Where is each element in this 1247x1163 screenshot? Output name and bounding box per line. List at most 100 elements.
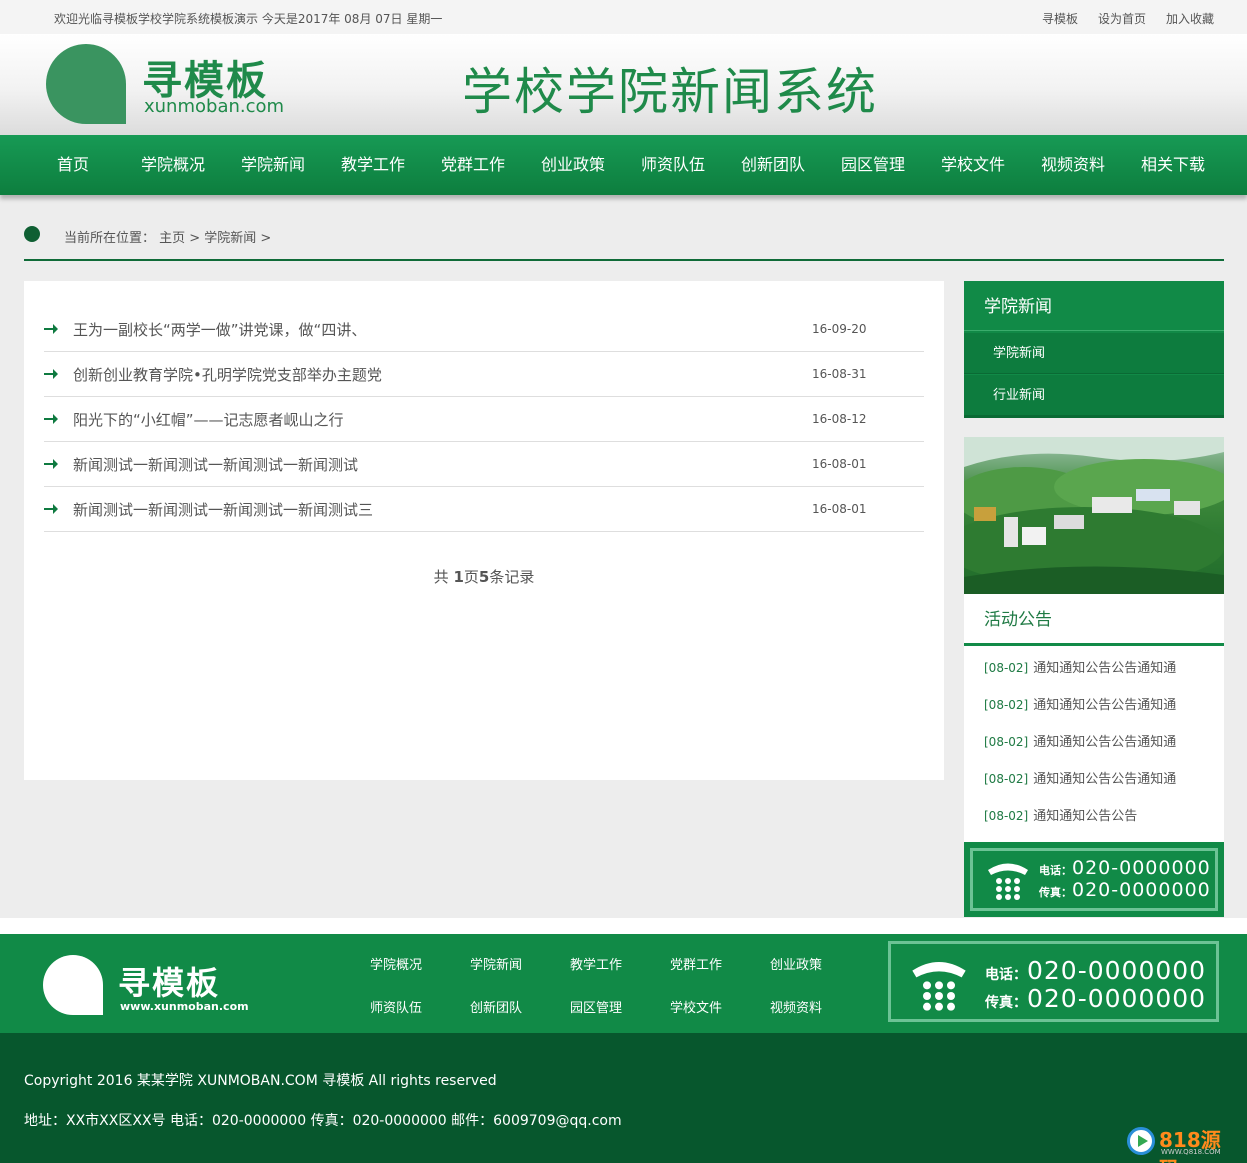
footer-spacer [0, 918, 1247, 934]
campus-aerial-image[interactable] [964, 437, 1224, 594]
arrow-right-icon [44, 504, 58, 514]
notice-date: [08-02] [984, 735, 1029, 749]
sidebar-item-industry-news[interactable]: 行业新闻 [964, 375, 1224, 418]
list-item[interactable]: 阳光下的“小红帽”——记志愿者岘山之行 16-08-12 [44, 397, 924, 442]
tel-label: 电话： [985, 967, 1027, 983]
pager-record-count: 5 [478, 568, 490, 586]
notice-title: 活动公告 [964, 594, 1224, 646]
watermark-logo: 818源码 WWW.Q818.COM [1127, 1124, 1239, 1163]
nav-item-innovation-team[interactable]: 创新团队 [741, 135, 805, 195]
footer-link-videos[interactable]: 视频资料 [770, 997, 822, 1016]
news-title[interactable]: 阳光下的“小红帽”——记志愿者岘山之行 [73, 409, 344, 430]
footer-link-startup-policy[interactable]: 创业政策 [770, 954, 822, 973]
nav-item-home[interactable]: 首页 [57, 135, 89, 195]
footer-link-party[interactable]: 党群工作 [670, 954, 722, 973]
notice-text[interactable]: 通知通知公告公告 [1033, 809, 1137, 824]
notice-date: [08-02] [984, 661, 1029, 675]
list-item[interactable]: 新闻测试一新闻测试一新闻测试一新闻测试三 16-08-01 [44, 487, 924, 532]
notice-text[interactable]: 通知通知公告公告通知通 [1033, 772, 1176, 787]
footer-link-school-files[interactable]: 学校文件 [670, 997, 722, 1016]
news-title[interactable]: 王为一副校长“两学一做”讲党课，做“四讲、 [73, 319, 366, 340]
news-date: 16-08-12 [812, 412, 867, 426]
notice-date: [08-02] [984, 698, 1029, 712]
news-date: 16-08-31 [812, 367, 867, 381]
news-list: 王为一副校长“两学一做”讲党课，做“四讲、 16-09-20 创新创业教育学院•… [24, 281, 944, 780]
nav-item-party[interactable]: 党群工作 [441, 135, 505, 195]
nav-item-faculty[interactable]: 师资队伍 [641, 135, 705, 195]
notice-date: [08-02] [984, 772, 1029, 786]
footer-link-faculty[interactable]: 师资队伍 [370, 997, 422, 1016]
footer-link-teaching[interactable]: 教学工作 [570, 954, 622, 973]
notice-text[interactable]: 通知通知公告公告通知通 [1033, 735, 1176, 750]
top-link-xunmoban[interactable]: 寻模板 [1042, 10, 1078, 27]
footer-logo-subtext[interactable]: www.xunmoban.com [120, 1000, 249, 1013]
news-date: 16-08-01 [812, 457, 867, 471]
notice-item[interactable]: [08-02] 通知通知公告公告通知通 [984, 731, 1176, 750]
nav-item-teaching[interactable]: 教学工作 [341, 135, 405, 195]
nav-item-news[interactable]: 学院新闻 [241, 135, 305, 195]
footer-logo-text[interactable]: 寻模板 [118, 958, 220, 1004]
footer-link-innovation-team[interactable]: 创新团队 [470, 997, 522, 1016]
notice-text[interactable]: 通知通知公告公告通知通 [1033, 661, 1176, 676]
notice-item[interactable]: [08-02] 通知通知公告公告通知通 [984, 657, 1176, 676]
top-links: 寻模板 设为首页 加入收藏 [1042, 10, 1214, 27]
breadcrumb: 当前所在位置： 主页 > 学院新闻 > [24, 218, 1224, 261]
address-text: 地址：XX市XX区XX号 电话：020-0000000 传真：020-00000… [24, 1113, 622, 1129]
sidebar-nav: 学院新闻 学院新闻 行业新闻 [964, 281, 1224, 418]
footer-link-news[interactable]: 学院新闻 [470, 954, 522, 973]
news-title[interactable]: 新闻测试一新闻测试一新闻测试一新闻测试 [73, 454, 358, 475]
fax-number: 020-0000000 [1072, 879, 1211, 901]
sidebar-title: 学院新闻 [964, 281, 1224, 331]
logo-subtext[interactable]: xunmoban.com [144, 96, 284, 117]
logo-icon[interactable] [46, 44, 126, 124]
news-title[interactable]: 新闻测试一新闻测试一新闻测试一新闻测试三 [73, 499, 373, 520]
top-bar: 欢迎光临寻模板学校学院系统模板演示 今天是2017年 08月 07日 星期一 寻… [0, 0, 1247, 34]
footer-logo-icon[interactable] [43, 955, 103, 1015]
notice-item[interactable]: [08-02] 通知通知公告公告通知通 [984, 694, 1176, 713]
footer: 寻模板 www.xunmoban.com 学院概况 学院新闻 教学工作 党群工作… [0, 934, 1247, 1033]
breadcrumb-text[interactable]: 当前所在位置： 主页 > 学院新闻 > [64, 227, 271, 246]
news-date: 16-08-01 [812, 502, 867, 516]
tel-number: 020-0000000 [1072, 857, 1211, 879]
nav-item-campus-management[interactable]: 园区管理 [841, 135, 905, 195]
nav-item-videos[interactable]: 视频资料 [1041, 135, 1105, 195]
main-nav: 首页 学院概况 学院新闻 教学工作 党群工作 创业政策 师资队伍 创新团队 园区… [0, 135, 1247, 195]
tel-number: 020-0000000 [1027, 956, 1207, 985]
notice-item[interactable]: [08-02] 通知通知公告公告 [984, 805, 1137, 824]
pagination-summary: 共 1页5条记录 [24, 566, 944, 587]
notice-text[interactable]: 通知通知公告公告通知通 [1033, 698, 1176, 713]
footer-contact-box: 电话：020-0000000 传真：020-0000000 [888, 941, 1219, 1022]
location-dot-icon [24, 226, 40, 242]
notice-panel: 活动公告 [08-02] 通知通知公告公告通知通 [08-02] 通知通知公告公告通… [964, 594, 1224, 842]
fax-label: 传真： [985, 995, 1027, 1011]
nav-item-school-files[interactable]: 学校文件 [941, 135, 1005, 195]
arrow-right-icon [44, 369, 58, 379]
nav-item-downloads[interactable]: 相关下载 [1141, 135, 1205, 195]
site-title: 学校学院新闻系统 [462, 63, 878, 121]
contact-fax: 传真：020-0000000 [1039, 879, 1211, 901]
list-item[interactable]: 新闻测试一新闻测试一新闻测试一新闻测试 16-08-01 [44, 442, 924, 487]
news-date: 16-09-20 [812, 322, 867, 336]
campus-illustration [964, 437, 1224, 594]
copyright-text: Copyright 2016 某某学院 XUNMOBAN.COM 寻模板 All… [24, 1073, 497, 1089]
sidebar-item-college-news[interactable]: 学院新闻 [964, 333, 1224, 374]
telephone-icon [988, 863, 1028, 900]
pager-mid: 页 [463, 568, 479, 586]
contact-box-frame: 电话：020-0000000 传真：020-0000000 [970, 848, 1218, 911]
top-link-set-homepage[interactable]: 设为首页 [1098, 10, 1146, 27]
fax-number: 020-0000000 [1027, 984, 1207, 1013]
footer-link-overview[interactable]: 学院概况 [370, 954, 422, 973]
notice-item[interactable]: [08-02] 通知通知公告公告通知通 [984, 768, 1176, 787]
fax-label: 传真： [1039, 886, 1072, 899]
list-item[interactable]: 王为一副校长“两学一做”讲党课，做“四讲、 16-09-20 [44, 307, 924, 352]
top-link-add-favorite[interactable]: 加入收藏 [1166, 10, 1214, 27]
nav-item-overview[interactable]: 学院概况 [141, 135, 205, 195]
footer-link-campus-management[interactable]: 园区管理 [570, 997, 622, 1016]
footer-contact-fax: 传真：020-0000000 [985, 984, 1206, 1013]
news-title[interactable]: 创新创业教育学院•孔明学院党支部举办主题党 [73, 364, 382, 385]
tel-label: 电话： [1039, 864, 1072, 877]
list-item[interactable]: 创新创业教育学院•孔明学院党支部举办主题党 16-08-31 [44, 352, 924, 397]
nav-item-startup-policy[interactable]: 创业政策 [541, 135, 605, 195]
arrow-right-icon [44, 414, 58, 424]
watermark-url: WWW.Q818.COM [1161, 1148, 1221, 1156]
